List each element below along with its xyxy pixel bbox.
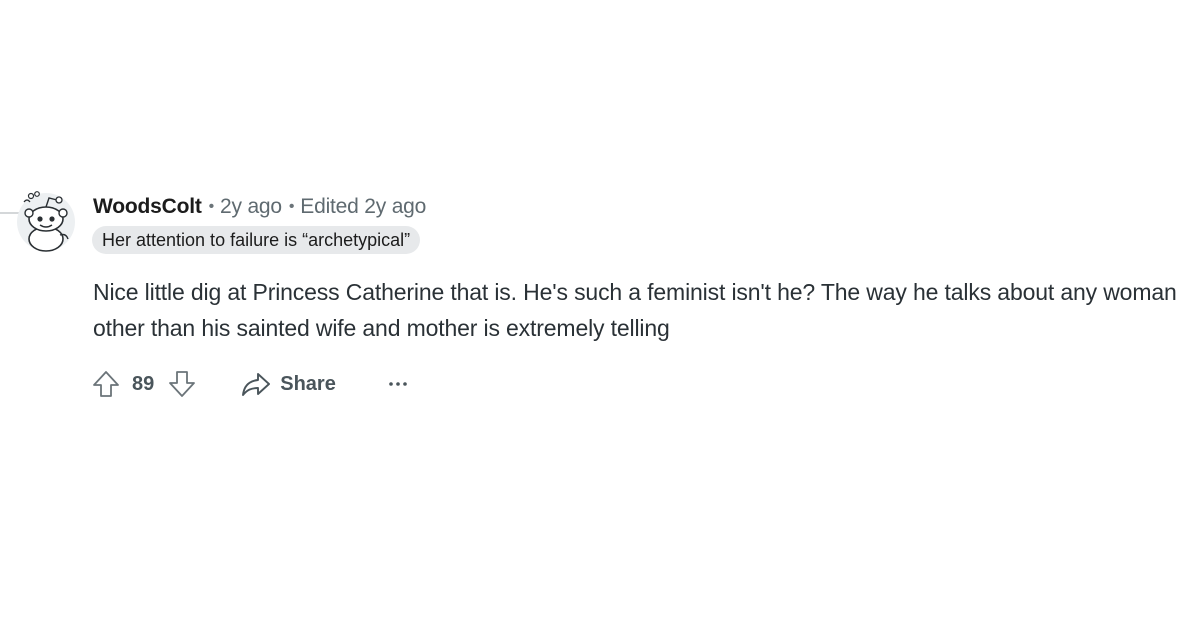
user-avatar[interactable]	[16, 189, 80, 253]
vote-count: 89	[132, 372, 155, 395]
upvote-arrow-icon	[93, 371, 119, 397]
more-options-button[interactable]	[388, 374, 408, 394]
ellipsis-icon	[389, 382, 407, 386]
user-flair: Her attention to failure is “archetypica…	[92, 226, 421, 254]
comment: WoodsColt • 2y ago • Edited 2y ago Her a…	[0, 0, 1200, 630]
share-button[interactable]: Share	[240, 370, 336, 398]
share-label: Share	[280, 372, 336, 395]
meta-separator: •	[288, 198, 295, 215]
posted-time[interactable]: 2y ago	[220, 195, 282, 219]
comment-meta: WoodsColt • 2y ago • Edited 2y ago	[93, 193, 426, 221]
comment-body: Nice little dig at Princess Catherine th…	[93, 279, 1177, 341]
edited-time: Edited 2y ago	[300, 195, 427, 218]
downvote-button[interactable]	[166, 368, 198, 400]
downvote-arrow-icon	[169, 371, 196, 397]
snoo-avatar-icon	[17, 191, 75, 252]
share-arrow-icon	[242, 373, 271, 396]
comment-actions: 89 Share	[90, 366, 408, 402]
username-link[interactable]: WoodsColt	[93, 195, 202, 219]
meta-separator: •	[208, 198, 215, 215]
upvote-button[interactable]	[90, 368, 122, 400]
